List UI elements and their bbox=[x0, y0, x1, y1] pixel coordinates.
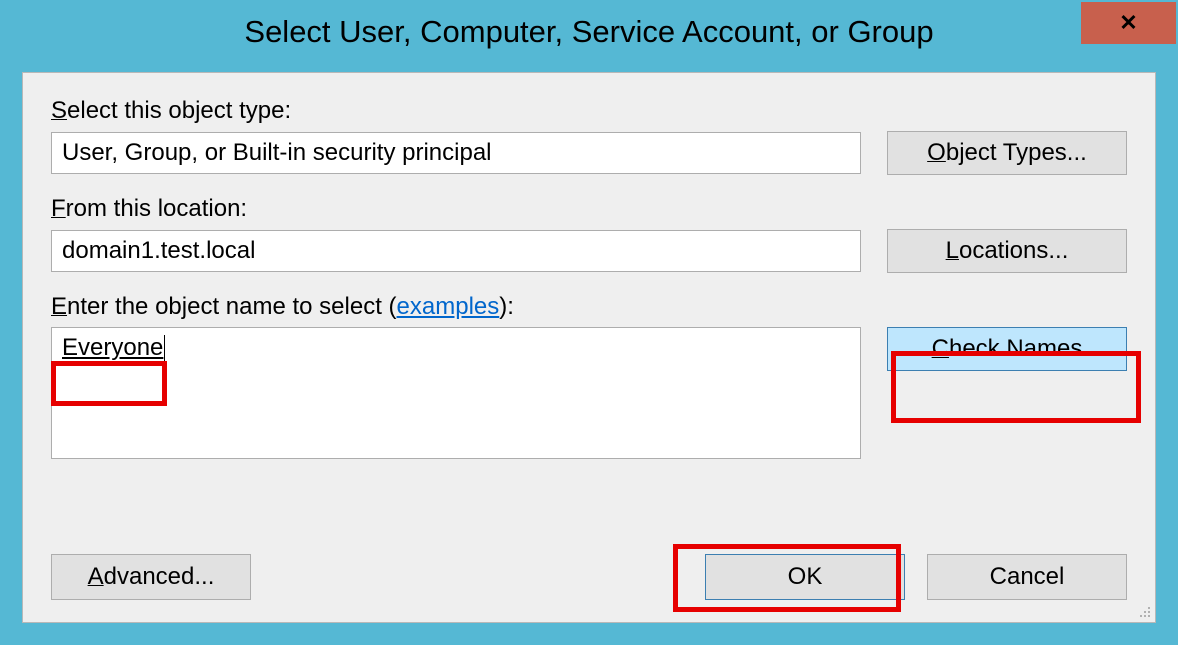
dialog-window: Select User, Computer, Service Account, … bbox=[0, 0, 1178, 645]
object-type-value: User, Group, or Built-in security princi… bbox=[62, 139, 492, 167]
object-name-label: Enter the object name to select (example… bbox=[51, 293, 1127, 321]
object-name-row: Everyone Check Names bbox=[51, 327, 1127, 459]
object-name-input[interactable]: Everyone bbox=[51, 327, 861, 459]
check-names-button-accel: C bbox=[932, 335, 949, 362]
check-names-button[interactable]: Check Names bbox=[887, 327, 1127, 371]
locations-button-accel: L bbox=[946, 237, 959, 264]
ok-button[interactable]: OK bbox=[705, 554, 905, 600]
client-area: Select this object type: User, Group, or… bbox=[22, 72, 1156, 623]
location-label: From this location: bbox=[51, 195, 1127, 223]
text-cursor-icon bbox=[164, 335, 165, 361]
window-title: Select User, Computer, Service Account, … bbox=[244, 14, 933, 50]
examples-link[interactable]: examples bbox=[397, 293, 500, 320]
bottom-button-row: Advanced... OK Cancel bbox=[51, 554, 1127, 600]
object-types-button-accel: O bbox=[927, 139, 946, 166]
location-label-text: rom this location: bbox=[66, 195, 247, 222]
check-names-button-text: heck Names bbox=[949, 335, 1082, 362]
locations-button-text: ocations... bbox=[959, 237, 1068, 264]
advanced-button-text: dvanced... bbox=[104, 563, 215, 590]
close-icon: ✕ bbox=[1119, 10, 1137, 36]
resize-grip-icon[interactable] bbox=[1135, 602, 1151, 618]
cancel-button[interactable]: Cancel bbox=[927, 554, 1127, 600]
close-button[interactable]: ✕ bbox=[1081, 2, 1176, 44]
object-type-label-accel: S bbox=[51, 97, 67, 124]
location-label-accel: F bbox=[51, 195, 66, 222]
location-row: domain1.test.local Locations... bbox=[51, 229, 1127, 273]
cancel-button-text: Cancel bbox=[990, 563, 1065, 591]
locations-button[interactable]: Locations... bbox=[887, 229, 1127, 273]
object-name-label-text: nter the object name to select ( bbox=[67, 293, 397, 320]
object-types-button-text: bject Types... bbox=[946, 139, 1087, 166]
object-type-label: Select this object type: bbox=[51, 97, 1127, 125]
object-name-value: Everyone bbox=[62, 334, 163, 362]
location-field: domain1.test.local bbox=[51, 230, 861, 272]
object-type-label-text: elect this object type: bbox=[67, 97, 291, 124]
titlebar: Select User, Computer, Service Account, … bbox=[2, 2, 1176, 62]
object-name-label-accel: E bbox=[51, 293, 67, 320]
object-types-button[interactable]: Object Types... bbox=[887, 131, 1127, 175]
advanced-button[interactable]: Advanced... bbox=[51, 554, 251, 600]
object-name-label-end: ): bbox=[499, 293, 514, 320]
location-value: domain1.test.local bbox=[62, 237, 255, 265]
ok-button-text: OK bbox=[788, 563, 823, 591]
object-type-row: User, Group, or Built-in security princi… bbox=[51, 131, 1127, 175]
object-type-field: User, Group, or Built-in security princi… bbox=[51, 132, 861, 174]
advanced-button-accel: A bbox=[88, 563, 104, 590]
